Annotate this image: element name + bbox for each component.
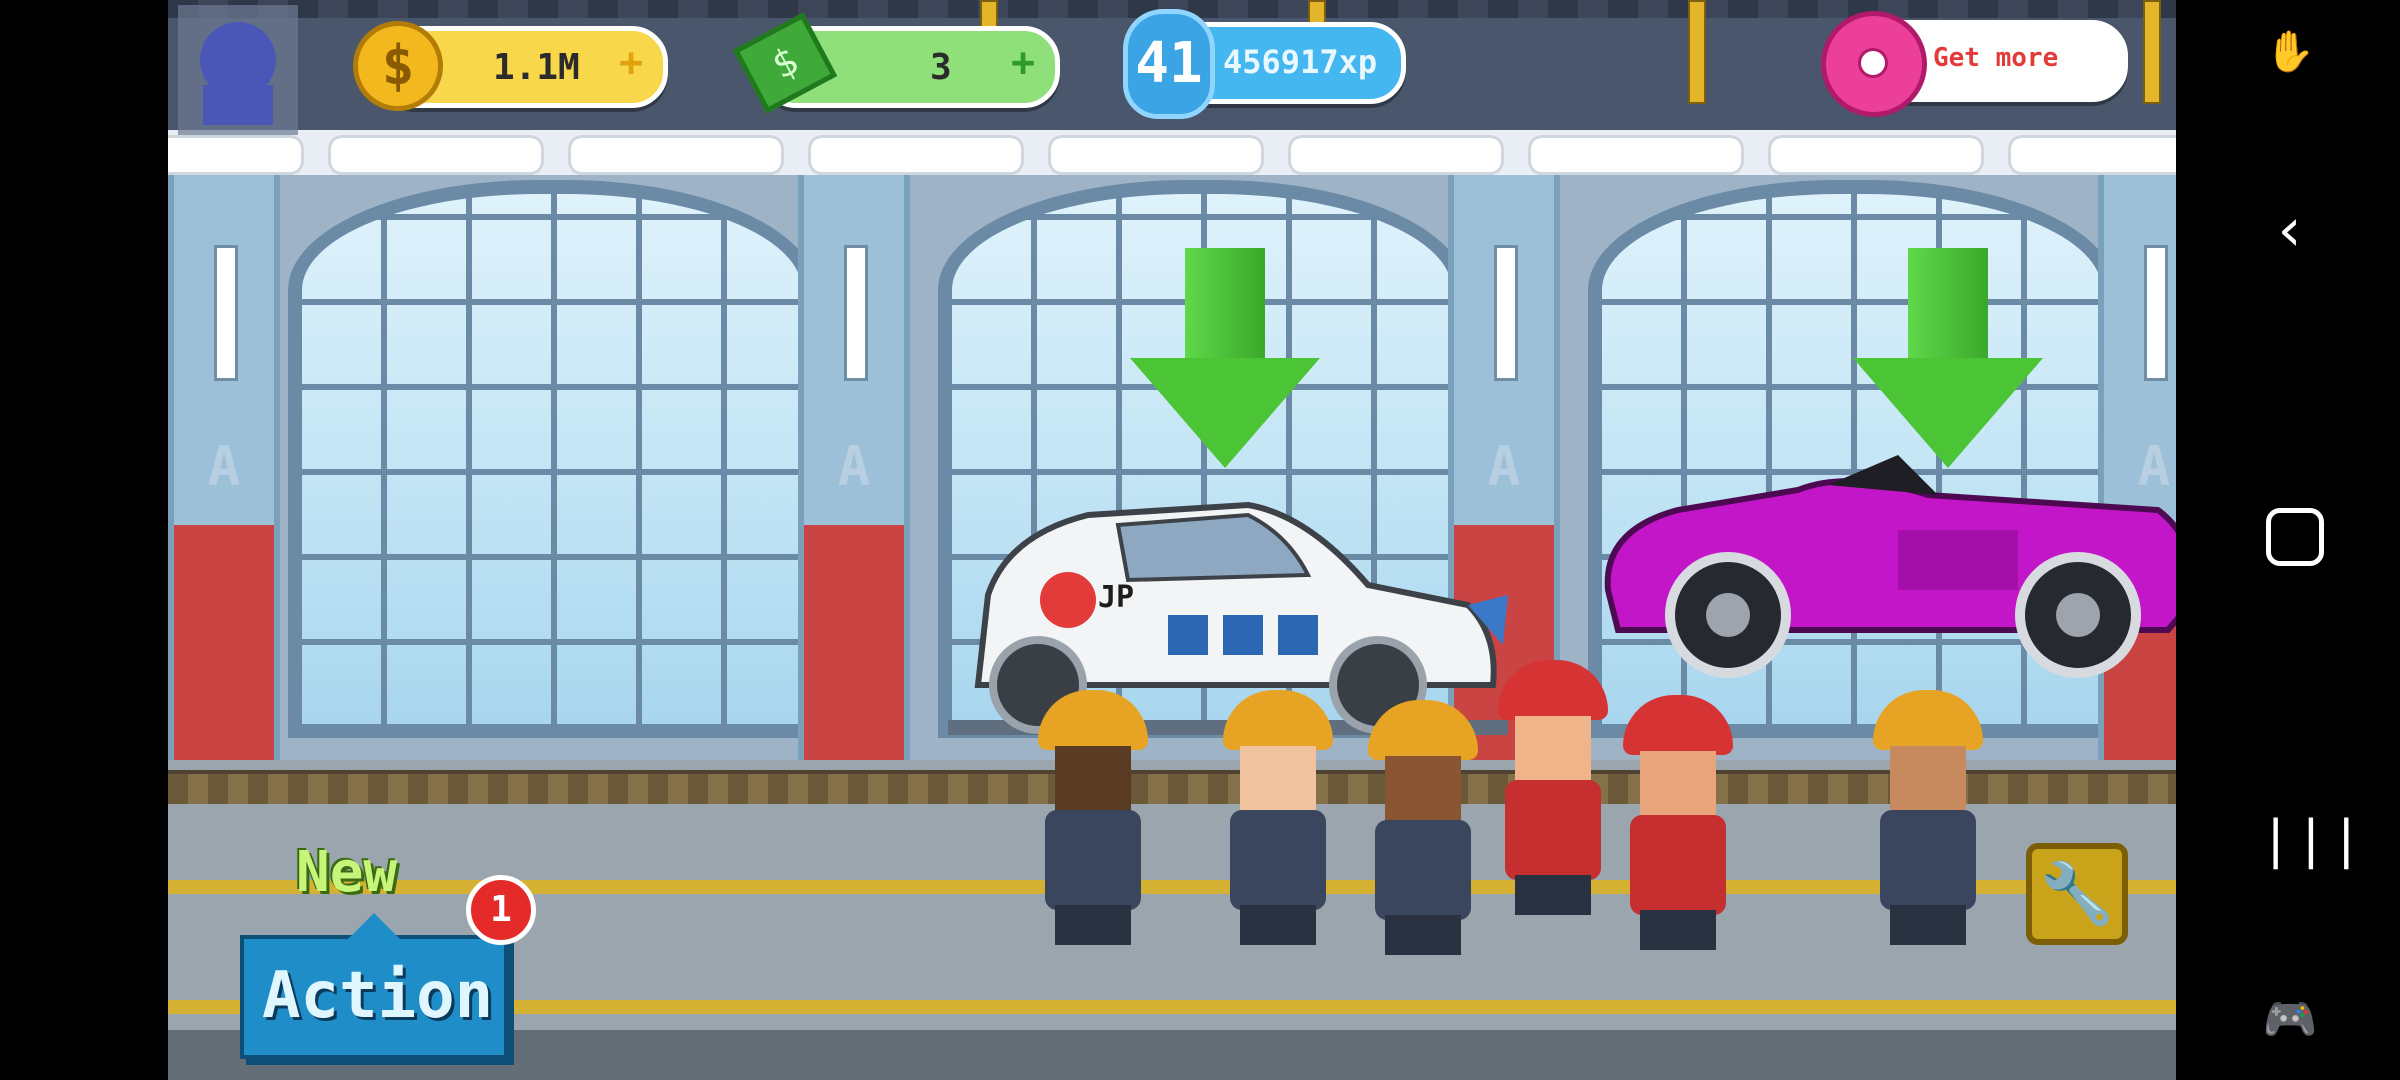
new-label: New [296,840,398,905]
ceiling-lamps [168,135,2176,175]
system-nav-bar: ✋ ‹ ||| 🎮 [2176,0,2400,1080]
garage-pillar: A [798,175,910,760]
donut-icon [1821,11,1927,117]
home-icon[interactable] [2266,508,2324,566]
mechanic-worker[interactable] [1033,690,1153,950]
add-cash-icon[interactable]: + [1003,43,1043,83]
coin-icon: $ [353,21,443,111]
mechanic-worker[interactable] [1493,660,1613,920]
level-badge: 41 [1123,9,1215,119]
pink-convertible-car[interactable] [1598,450,2176,690]
add-coins-icon[interactable]: + [611,43,651,83]
donut-get-more[interactable]: Get more [1821,11,2128,117]
garage-window [288,180,816,738]
down-arrow-indicator[interactable] [1130,248,1320,468]
down-arrow-indicator[interactable] [1853,248,2043,468]
get-more-label: Get more [1933,43,2059,73]
notification-badge: 1 [466,875,536,945]
wrench-button[interactable]: 🔧 [2026,843,2128,945]
touch-protection-icon[interactable]: ✋ [2260,22,2320,82]
action-button[interactable]: Action [240,913,508,1059]
mechanic-worker[interactable] [1218,690,1338,950]
back-icon[interactable]: ‹ [2260,200,2320,260]
cash-counter[interactable]: $ 3 + [732,12,1060,114]
profile-avatar[interactable] [178,5,298,135]
coins-value: 1.1M [493,47,580,88]
triangle-up-icon [348,913,400,939]
game-viewport[interactable]: A A A A JP $ 1.1M + $ 3 + 41 456917xp Ge… [168,0,2176,1080]
mechanic-worker[interactable] [1618,695,1738,955]
game-launcher-icon[interactable]: 🎮 [2260,990,2320,1050]
mechanic-worker[interactable] [1363,700,1483,960]
garage-pillar: A [168,175,280,760]
recents-icon[interactable]: ||| [2260,810,2362,870]
cash-value: 3 [930,47,952,88]
svg-text:JP: JP [1098,580,1134,615]
coins-counter[interactable]: $ 1.1M + [353,21,668,111]
wrench-icon: 🔧 [2039,859,2115,929]
banner-post [2143,0,2161,104]
action-label: Action [262,959,494,1033]
xp-counter[interactable]: 41 456917xp [1123,9,1406,119]
banner-post [1688,0,1706,104]
xp-value: 456917xp [1223,43,1378,81]
mechanic-worker[interactable] [1868,690,1988,950]
